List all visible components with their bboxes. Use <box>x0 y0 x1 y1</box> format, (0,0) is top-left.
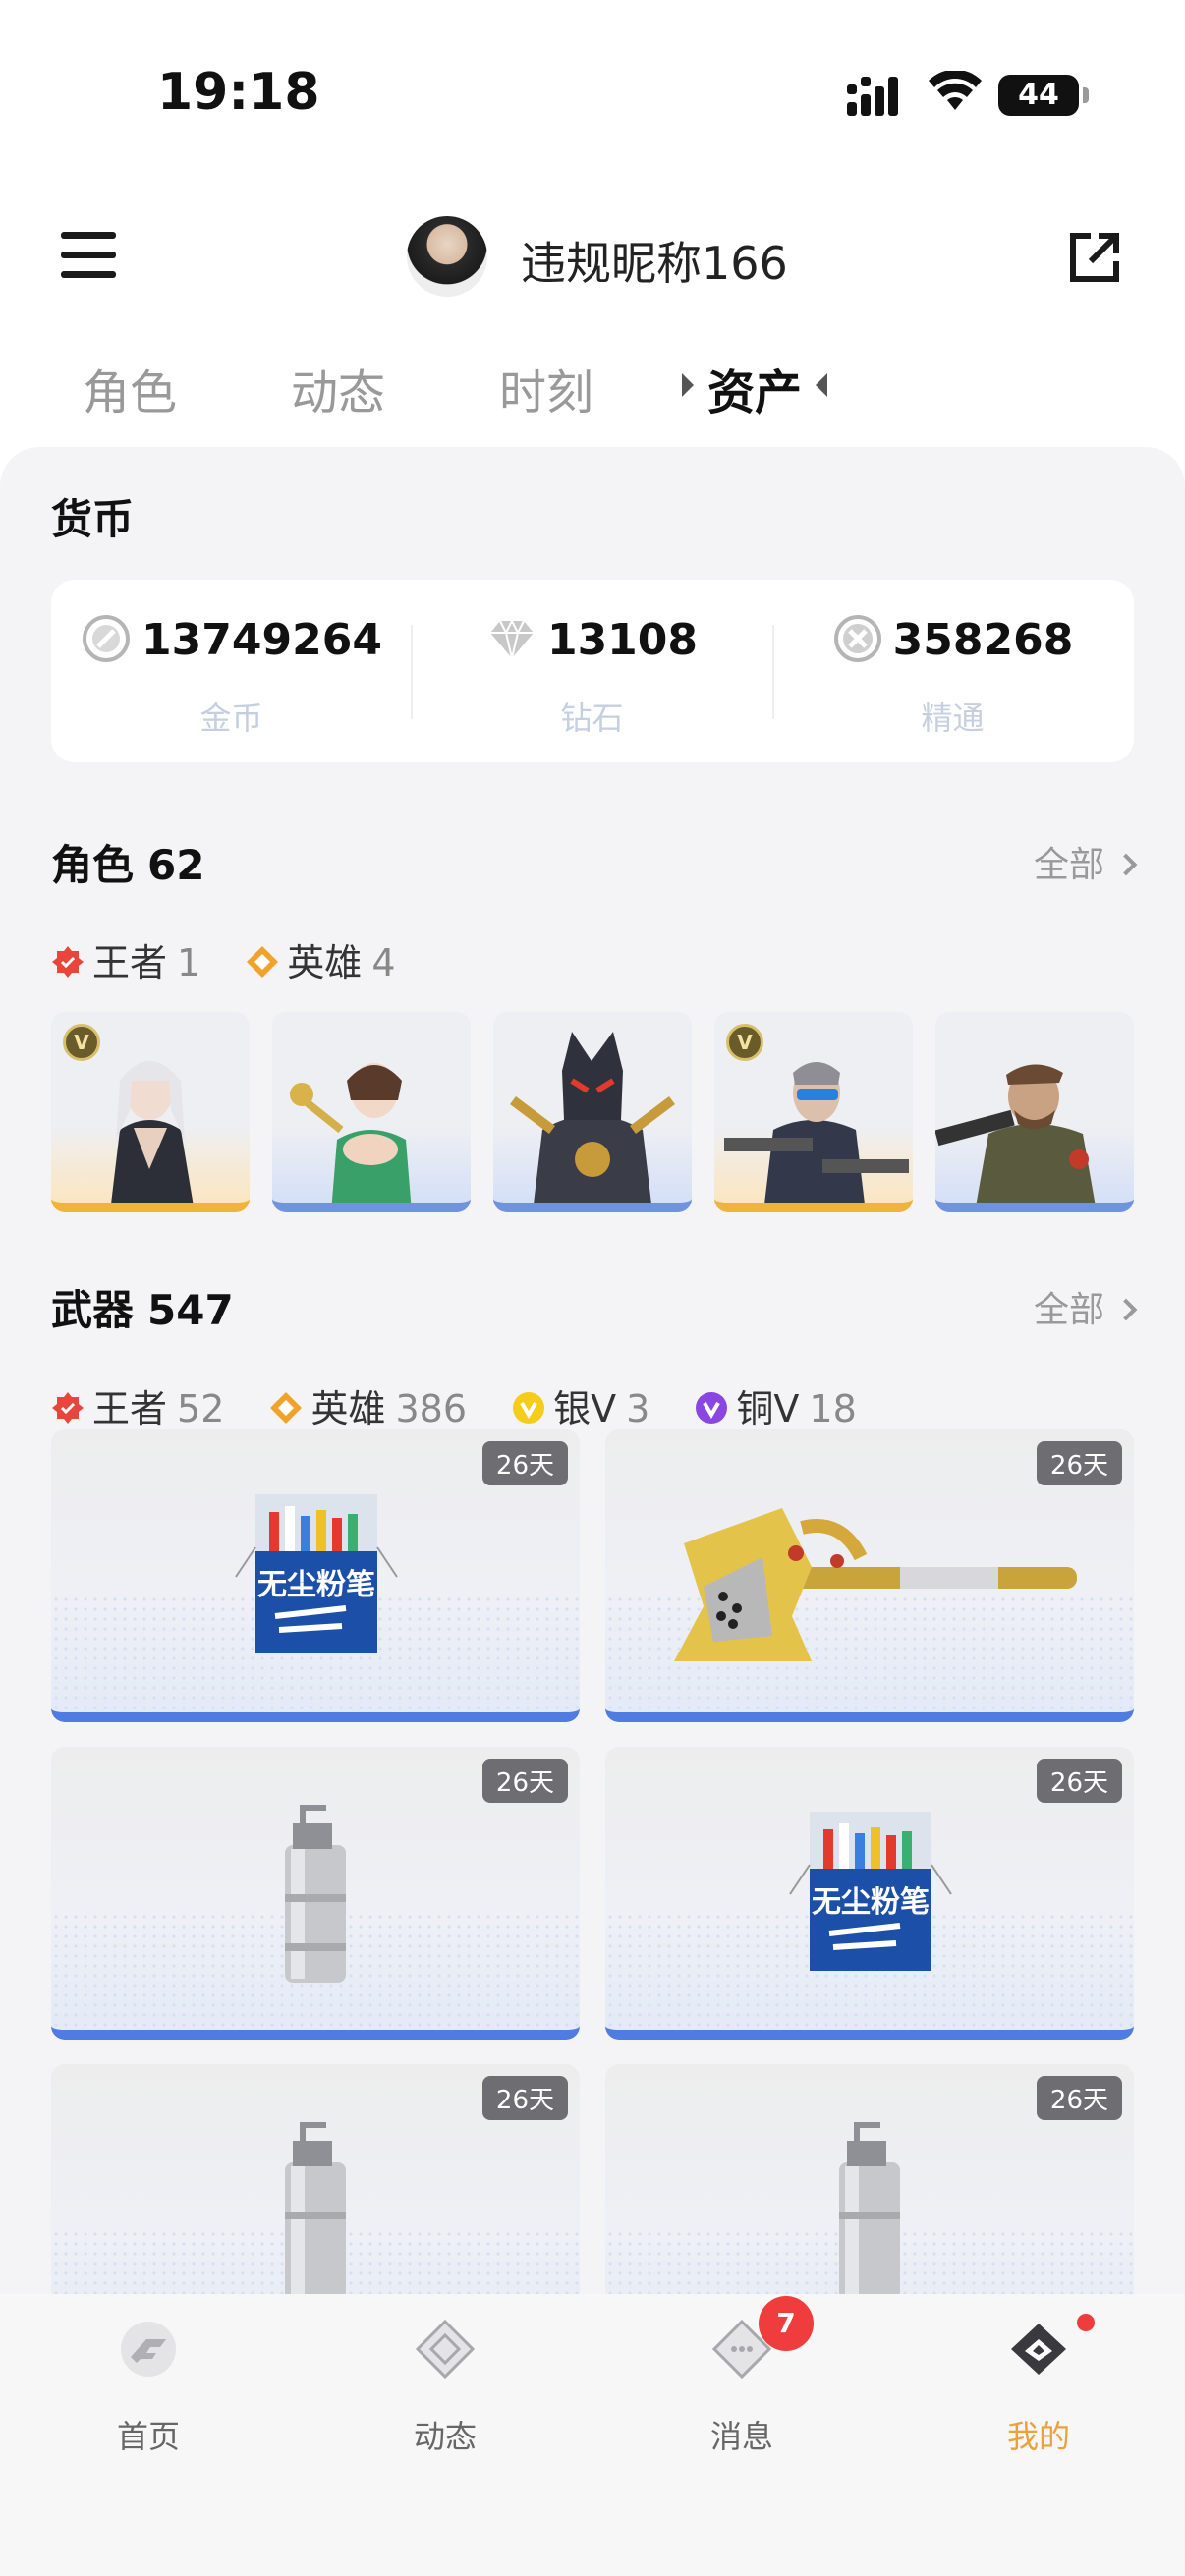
status-bar: 19:18 44 <box>0 0 1185 187</box>
profile-header: 违规昵称166 <box>0 196 1185 324</box>
characters-rarity-row: 王者 1 英雄 4 <box>51 932 429 986</box>
days-badge: 26天 <box>1036 2076 1122 2120</box>
see-all-label: 全部 <box>1033 1290 1104 1330</box>
currency-title: 货币 <box>51 495 135 543</box>
unread-count-badge: 7 <box>759 2296 814 2351</box>
diamond-value: 13108 <box>546 615 699 665</box>
see-all-label: 全部 <box>1033 845 1104 885</box>
signal-icon <box>847 77 898 116</box>
v-badge-icon: V <box>726 1024 763 1061</box>
days-badge: 26天 <box>481 2076 568 2120</box>
weapons-rarity-row: 王者 52 英雄 386 银V 3 铜V 18 <box>51 1378 890 1432</box>
character-card[interactable] <box>272 1012 471 1212</box>
gold-label: 金币 <box>199 700 263 737</box>
menu-icon[interactable] <box>61 232 116 281</box>
weapons-see-all-button[interactable]: 全部 <box>1033 1281 1138 1332</box>
mastery-value: 358268 <box>892 615 1074 665</box>
profile-tabs: 角色 动态 时刻 资产 <box>0 344 1185 432</box>
weapons-title-text: 武器 <box>51 1286 135 1334</box>
status-time: 19:18 <box>157 63 320 122</box>
tab-characters[interactable]: 角色 <box>83 354 177 422</box>
weapon-card[interactable]: 无尘粉笔 26天 <box>605 1747 1134 2040</box>
feed-icon <box>415 2319 476 2380</box>
weapon-card[interactable]: 26天 <box>51 2064 580 2294</box>
characters-count: 62 <box>147 841 205 889</box>
silver-v-badge-icon <box>513 1391 545 1424</box>
battery-icon: 44 <box>998 75 1089 116</box>
tab-moments[interactable]: 时刻 <box>499 354 593 422</box>
character-card[interactable] <box>493 1012 692 1212</box>
tab-indicator-left-icon <box>682 373 694 397</box>
notification-dot <box>1077 2314 1095 2331</box>
rarity-hero[interactable]: 英雄 386 <box>269 1378 467 1432</box>
v-badge-icon: V <box>63 1024 100 1061</box>
weapon-card[interactable]: 26天 <box>605 1429 1134 1722</box>
days-badge: 26天 <box>481 1441 568 1485</box>
characters-title-text: 角色 <box>51 841 135 889</box>
rarity-king[interactable]: 王者 52 <box>51 1378 224 1432</box>
diamond-icon <box>489 618 534 659</box>
nav-profile[interactable]: 我的 <box>890 2314 1185 2475</box>
bottom-nav: 首页 动态 7 消息 我的 <box>0 2294 1185 2576</box>
wifi-icon <box>929 71 982 110</box>
svg-text:无尘粉笔: 无尘粉笔 <box>812 1885 930 1920</box>
gold-value: 13749264 <box>141 615 382 665</box>
nav-messages[interactable]: 7 消息 <box>593 2296 890 2475</box>
tab-indicator-right-icon <box>816 373 827 397</box>
profile-icon <box>1011 2324 1066 2375</box>
assets-panel: 货币 13749264 金币 13108 钻石 358268 精通 角色 62 … <box>0 447 1185 2294</box>
hero-badge-icon <box>270 1391 303 1424</box>
mastery-label: 精通 <box>921 700 985 737</box>
currency-mastery: 358268 精通 <box>772 580 1133 762</box>
hero-badge-icon <box>247 945 279 978</box>
days-badge: 26天 <box>1036 1759 1122 1803</box>
weapon-card[interactable]: 无尘粉笔 26天 <box>51 1429 580 1722</box>
rarity-king[interactable]: 王者 1 <box>51 932 200 986</box>
username: 违规昵称166 <box>521 237 788 290</box>
characters-row: V V <box>51 1012 1134 1212</box>
avatar[interactable] <box>407 216 487 297</box>
character-portrait <box>935 1064 1096 1203</box>
character-card[interactable]: V <box>51 1012 250 1212</box>
days-badge: 26天 <box>481 1759 568 1803</box>
character-card[interactable]: V <box>714 1012 913 1212</box>
currency-card: 13749264 金币 13108 钻石 358268 精通 <box>51 580 1134 762</box>
nav-feed[interactable]: 动态 <box>297 2318 593 2475</box>
weapon-card[interactable]: 26天 <box>51 1747 580 2040</box>
svg-text:无尘粉笔: 无尘粉笔 <box>257 1568 375 1602</box>
rarity-silver-v[interactable]: 银V 3 <box>512 1378 649 1432</box>
characters-title: 角色 62 <box>51 832 204 892</box>
currency-gold: 13749264 金币 <box>51 580 412 762</box>
tab-assets[interactable]: 资产 <box>707 354 802 422</box>
diamond-label: 钻石 <box>560 700 624 737</box>
gold-coin-icon <box>83 615 131 662</box>
share-icon[interactable] <box>1067 230 1122 285</box>
mastery-icon <box>833 615 881 662</box>
king-badge-icon <box>52 945 84 978</box>
rarity-hero[interactable]: 英雄 4 <box>246 932 396 986</box>
chevron-right-icon <box>1114 1298 1138 1321</box>
nav-home[interactable]: 首页 <box>0 2318 297 2475</box>
rarity-bronze-v[interactable]: 铜V 18 <box>695 1378 857 1432</box>
characters-see-all-button[interactable]: 全部 <box>1033 836 1138 887</box>
character-portrait <box>289 1063 412 1203</box>
character-portrait <box>510 1032 675 1203</box>
tab-feed[interactable]: 动态 <box>291 354 385 422</box>
days-badge: 26天 <box>1036 1441 1122 1485</box>
home-icon <box>121 2322 176 2377</box>
bronze-v-badge-icon <box>696 1391 728 1424</box>
weapon-card[interactable]: 26天 <box>605 2064 1134 2294</box>
character-card[interactable] <box>935 1012 1134 1212</box>
weapons-count: 547 <box>147 1286 234 1334</box>
weapons-title: 武器 547 <box>51 1277 234 1337</box>
king-badge-icon <box>52 1391 84 1424</box>
currency-diamond: 13108 钻石 <box>412 580 772 762</box>
chevron-right-icon <box>1114 853 1138 876</box>
